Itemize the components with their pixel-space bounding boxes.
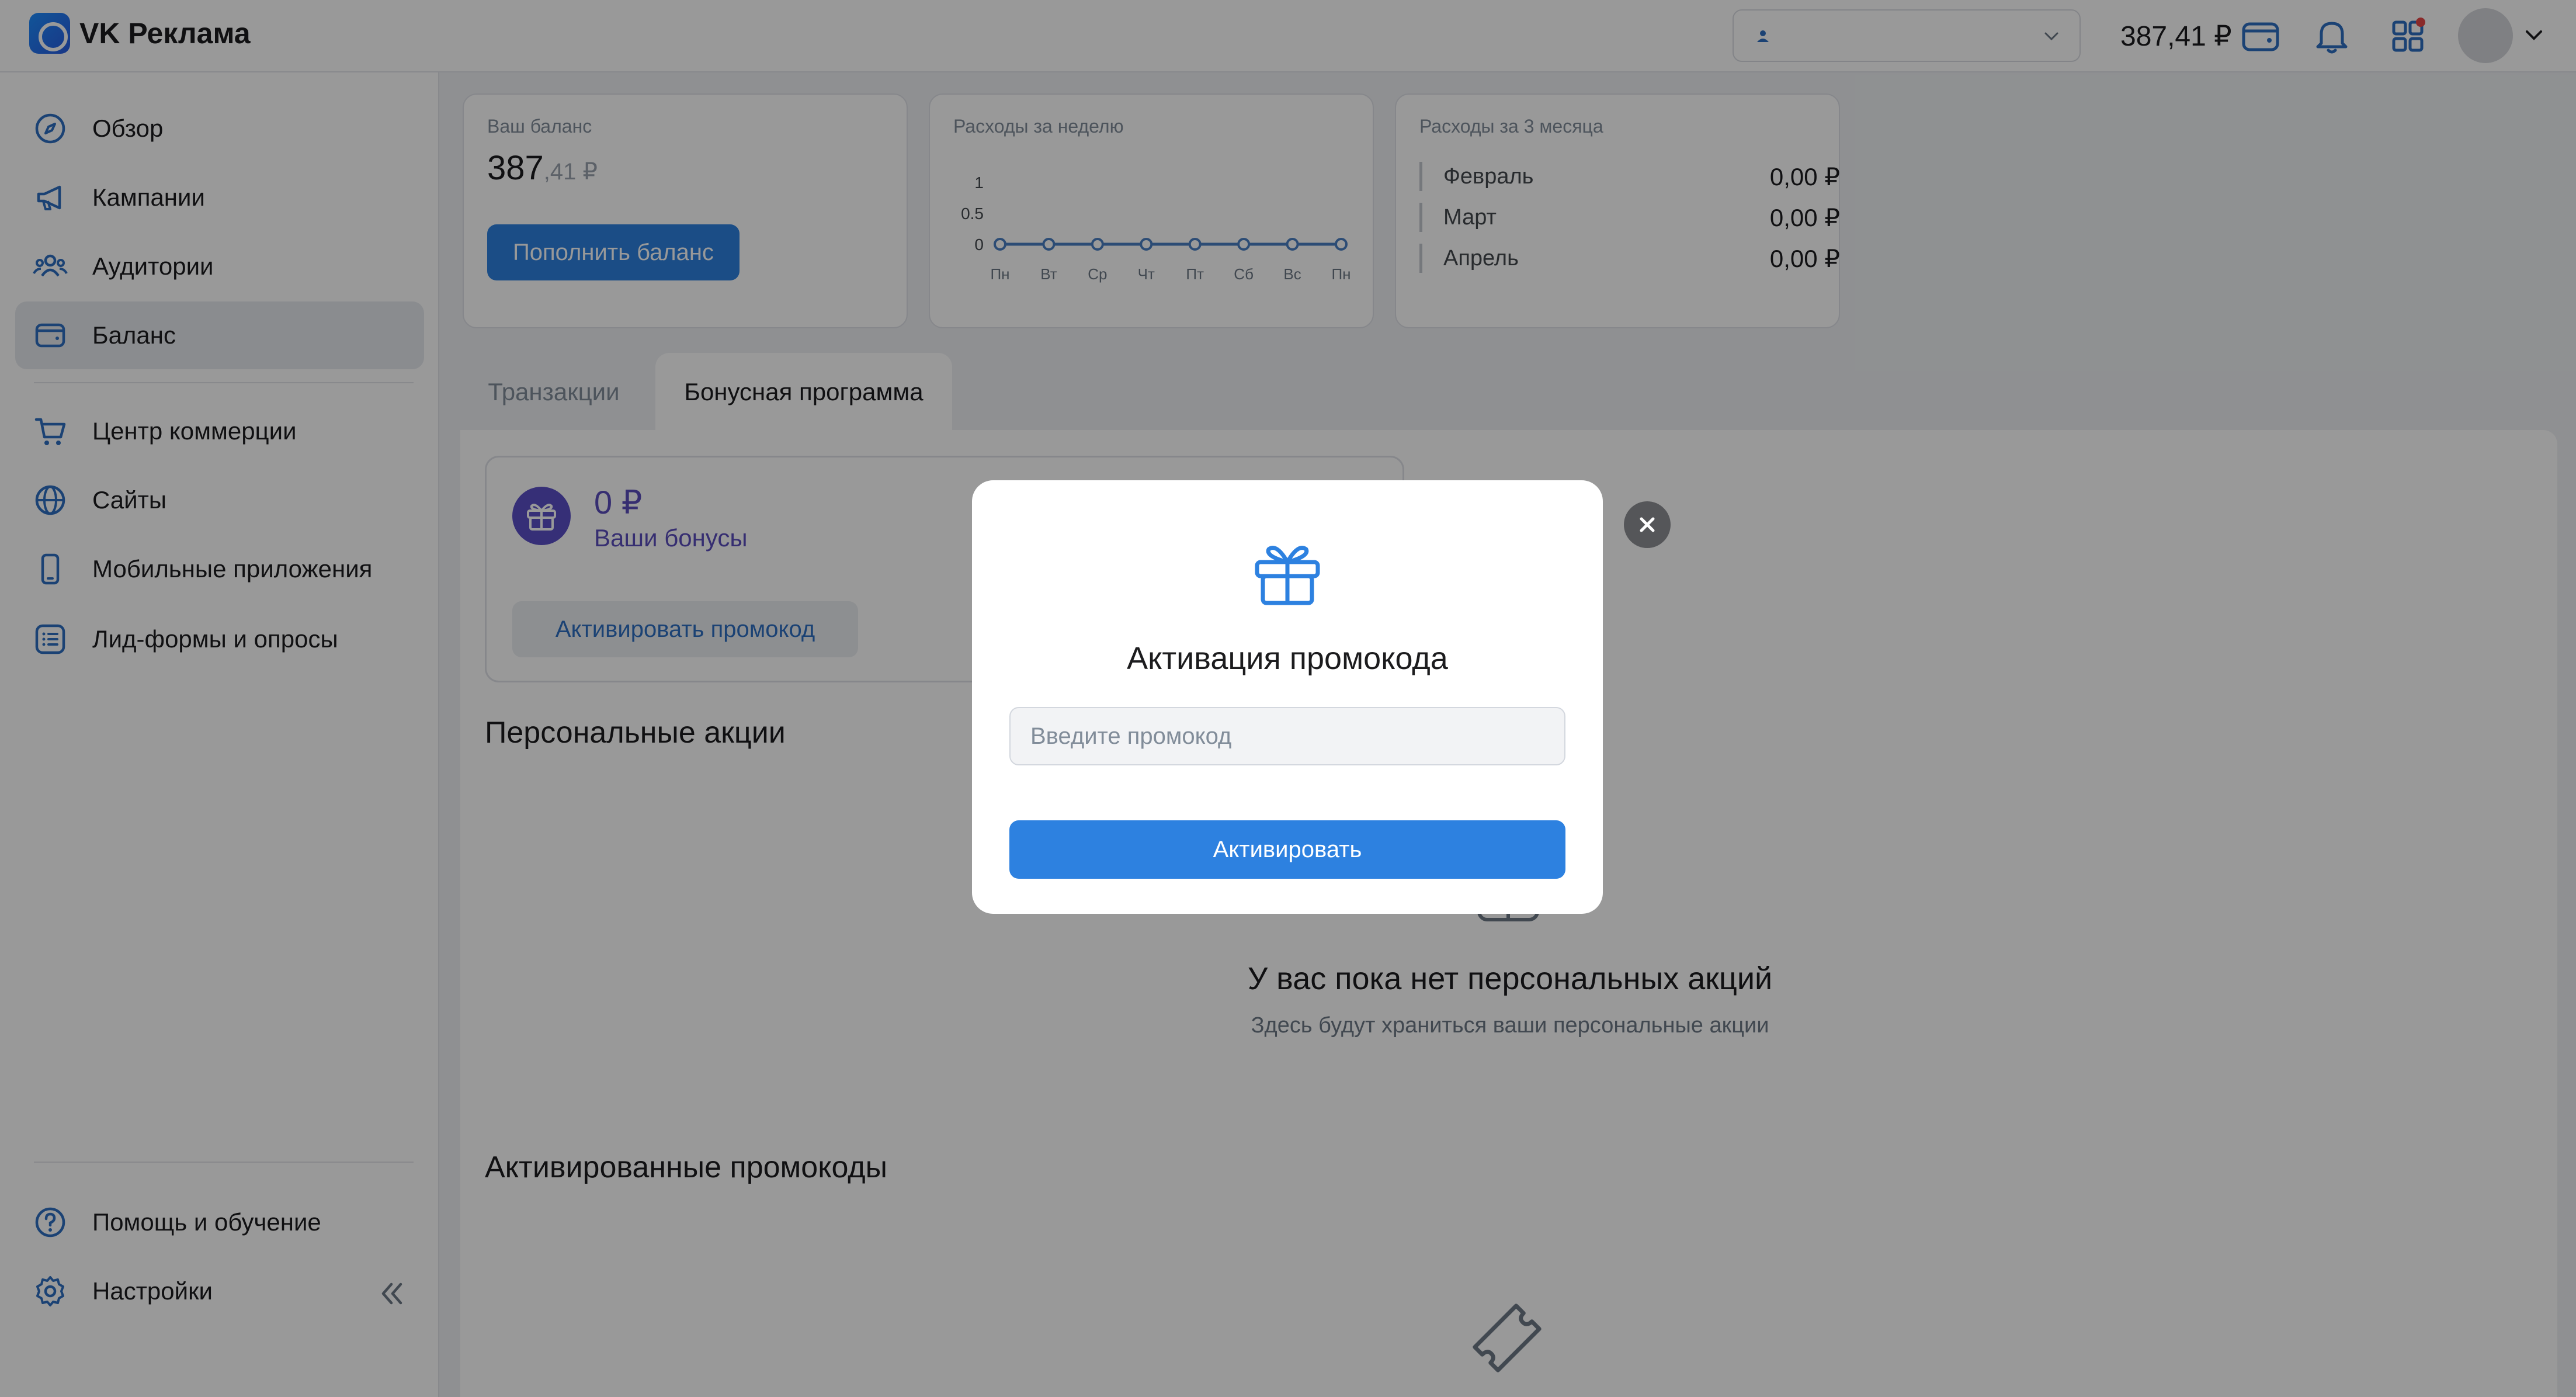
modal-title: Активация промокода: [1127, 641, 1448, 676]
promo-activation-modal: Активация промокода Активировать: [972, 480, 1603, 914]
app-root: VK Реклама 387,41 ₽ Обзор Кампании Аудит…: [0, 0, 2576, 1397]
gift-icon: [1255, 546, 1320, 605]
activate-button[interactable]: Активировать: [1009, 820, 1565, 879]
close-modal-button[interactable]: [1624, 501, 1671, 548]
close-icon: [1640, 517, 1655, 532]
promo-code-input[interactable]: [1009, 707, 1565, 765]
